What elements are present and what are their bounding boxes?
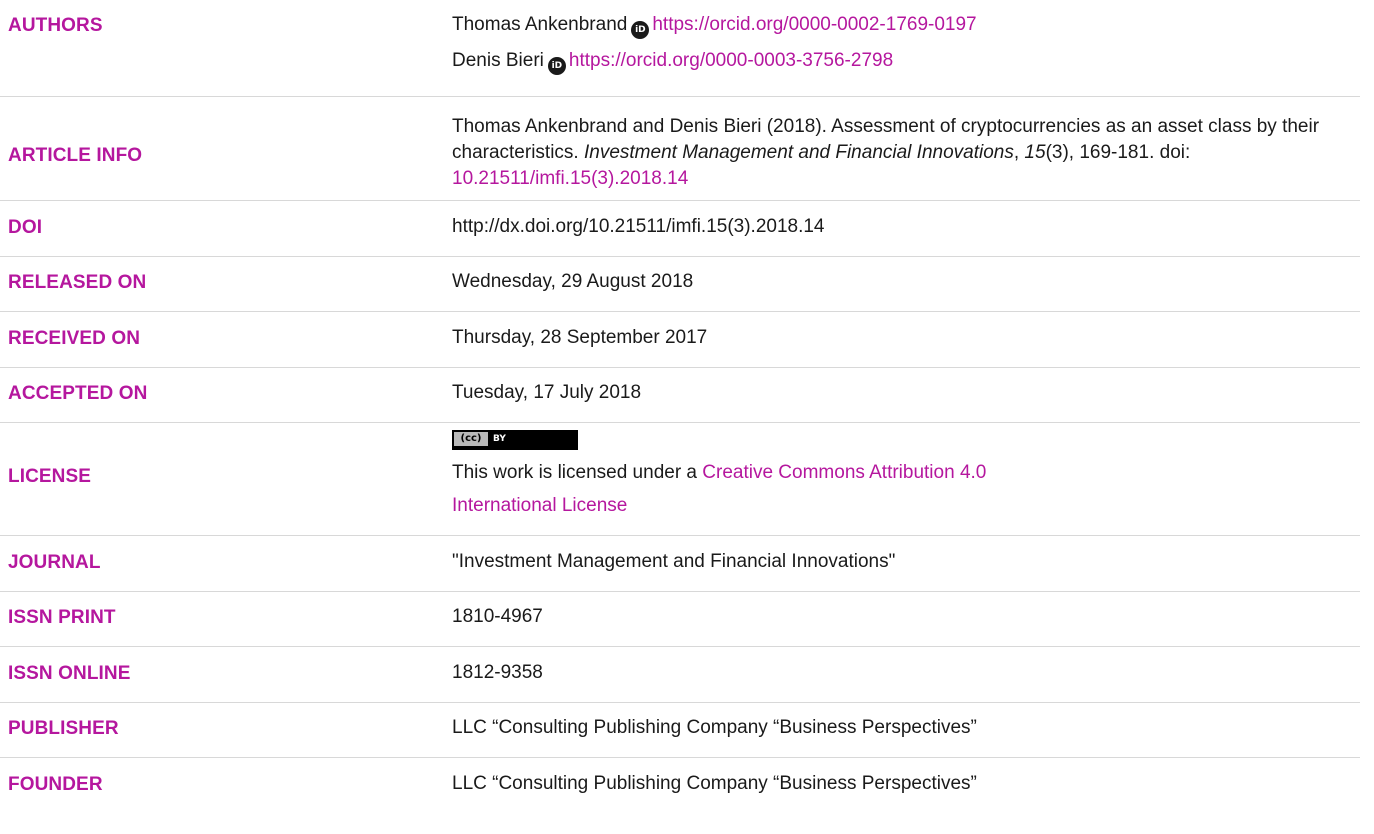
cc-by-badge[interactable]: (cc) BY: [452, 430, 578, 455]
orcid-icon[interactable]: iD: [631, 21, 650, 39]
article-info-label: ARTICLE INFO: [8, 145, 143, 166]
row-divider: [0, 702, 1360, 703]
license-text-prefix: This work is licensed under a: [452, 462, 703, 483]
row-divider: [0, 367, 1360, 368]
issn-online-label: ISSN ONLINE: [8, 663, 131, 684]
orcid-icon[interactable]: iD: [547, 57, 566, 75]
journal-label: JOURNAL: [8, 552, 101, 573]
author-1-name: Thomas Ankenbrand: [452, 14, 628, 35]
row-divider: [0, 535, 1360, 536]
row-divider: [0, 591, 1360, 592]
journal-value: "Investment Management and Financial Inn…: [452, 551, 896, 572]
author-1: Thomas Ankenbrand iD https://orcid.org/000…: [452, 12, 1352, 39]
released-label: RELEASED ON: [8, 272, 147, 293]
row-divider: [0, 646, 1360, 647]
citation-comma: ,: [1013, 142, 1025, 163]
founder-label: FOUNDER: [8, 774, 103, 795]
row-divider: [0, 422, 1360, 423]
publisher-label: PUBLISHER: [8, 718, 119, 739]
citation-issue-pages: (3), 169-181. doi:: [1045, 142, 1191, 163]
authors-label: AUTHORS: [8, 15, 103, 36]
citation-journal: Investment Management and Financial Inno…: [583, 142, 1014, 163]
row-divider: [0, 311, 1360, 312]
received-label: RECEIVED ON: [8, 328, 141, 349]
author-2-orcid-link[interactable]: https://orcid.org/0000-0003-3756-2798: [569, 50, 893, 71]
cc-by-icon[interactable]: (cc) BY: [452, 430, 578, 450]
citation-volume: 15: [1024, 142, 1046, 163]
received-value: Thursday, 28 September 2017: [452, 327, 708, 348]
license-label: LICENSE: [8, 466, 92, 487]
license-text: This work is licensed under a Creative C…: [452, 456, 1092, 522]
accepted-value: Tuesday, 17 July 2018: [452, 382, 642, 403]
author-2: Denis Bieri iD https://orcid.org/0000-0003…: [452, 48, 1352, 75]
row-divider: [0, 757, 1360, 758]
author-2-name: Denis Bieri: [452, 50, 544, 71]
founder-value: LLC “Consulting Publishing Company “Busi…: [452, 773, 977, 794]
doi-label: DOI: [8, 217, 43, 238]
cc-badge-right: BY: [493, 434, 506, 444]
article-citation: Thomas Ankenbrand and Denis Bieri (2018)…: [452, 114, 1362, 192]
citation-doi-link[interactable]: 10.21511/imfi.15(3).2018.14: [452, 168, 688, 189]
issn-print-value: 1810-4967: [452, 606, 543, 627]
row-divider: [0, 96, 1360, 97]
issn-online-value: 1812-9358: [452, 662, 543, 683]
released-value: Wednesday, 29 August 2018: [452, 271, 694, 292]
issn-print-label: ISSN PRINT: [8, 607, 116, 628]
publisher-value: LLC “Consulting Publishing Company “Busi…: [452, 717, 977, 738]
cc-badge-left: (cc): [454, 432, 488, 446]
row-divider: [0, 200, 1360, 201]
author-1-orcid-link[interactable]: https://orcid.org/0000-0002-1769-0197: [652, 14, 976, 35]
doi-value: http://dx.doi.org/10.21511/imfi.15(3).20…: [452, 216, 825, 237]
accepted-label: ACCEPTED ON: [8, 383, 148, 404]
row-divider: [0, 256, 1360, 257]
